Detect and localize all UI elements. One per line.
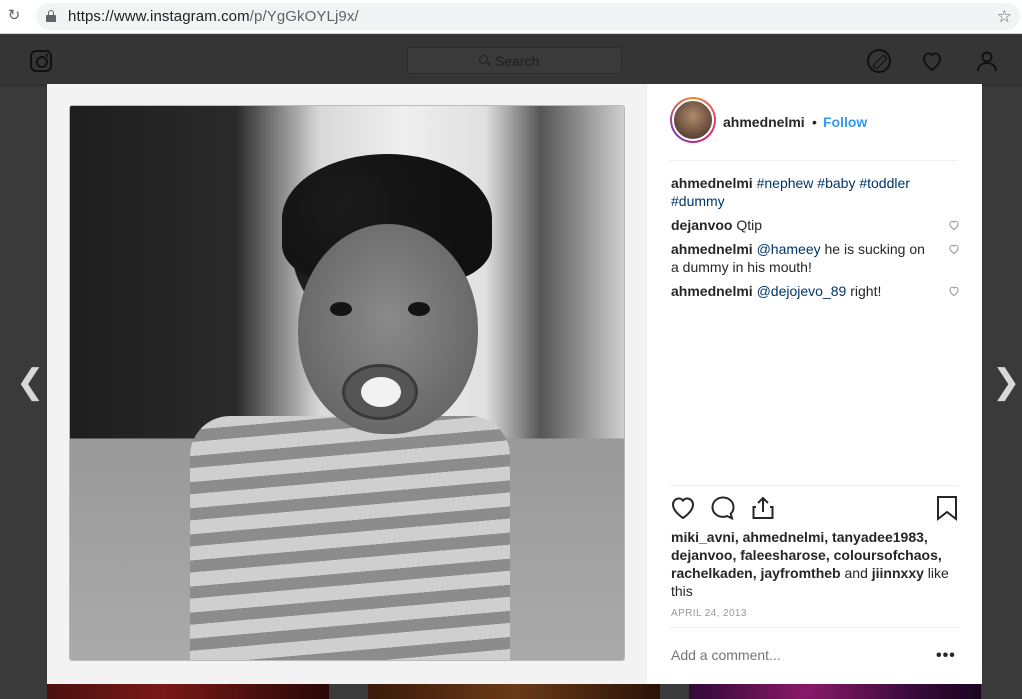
post-modal: ahmednelmi • Follow ahmednelmi #nephew #… xyxy=(47,84,982,684)
likes-summary: miki_avni, ahmednelmi, tanyadee1983, dej… xyxy=(671,528,961,600)
comment-item: dejanvoo Qtip xyxy=(671,216,960,234)
owner-username[interactable]: ahmednelmi xyxy=(723,114,805,130)
comment-like-heart-icon[interactable] xyxy=(948,219,960,231)
search-icon xyxy=(479,55,488,64)
grid-thumbnail[interactable] xyxy=(368,684,660,699)
more-options-icon[interactable]: ••• xyxy=(936,647,956,665)
comment-item: ahmednelmi @hameey he is sucking on a du… xyxy=(671,240,960,276)
comment-mention[interactable]: @hameey xyxy=(757,241,821,257)
post-photo[interactable] xyxy=(69,105,625,661)
save-bookmark-icon[interactable] xyxy=(933,494,961,522)
comment-mention[interactable]: @dejojevo_89 xyxy=(757,283,847,299)
previous-post-arrow-icon[interactable]: ❮ xyxy=(16,365,45,399)
instagram-header: Search xyxy=(0,35,1022,86)
lock-icon xyxy=(46,10,56,22)
grid-thumbnail[interactable] xyxy=(47,684,329,699)
caption: ahmednelmi #nephew #baby #toddler #dummy xyxy=(671,174,960,210)
post-media xyxy=(47,84,647,684)
post-header: ahmednelmi • Follow xyxy=(669,84,958,161)
comment-item: ahmednelmi @dejojevo_89 right! xyxy=(671,282,960,300)
comments-list: ahmednelmi #nephew #baby #toddler #dummy… xyxy=(671,174,960,306)
browser-toolbar: ↻ https://www.instagram.com/p/YgGkOYLj9x… xyxy=(0,0,1022,34)
like-heart-icon[interactable] xyxy=(669,494,697,522)
add-comment-input[interactable] xyxy=(671,647,911,663)
post-date[interactable]: APRIL 24, 2013 xyxy=(671,608,747,619)
divider xyxy=(669,485,958,486)
explore-compass-icon[interactable] xyxy=(867,49,891,73)
bookmark-star-icon[interactable]: ☆ xyxy=(997,7,1012,27)
address-bar[interactable]: https://www.instagram.com/p/YgGkOYLj9x/ … xyxy=(36,3,1020,30)
comment-text: right! xyxy=(850,283,882,299)
profile-icon[interactable] xyxy=(975,49,999,73)
comment-bubble-icon[interactable] xyxy=(709,494,737,522)
instagram-logo-icon[interactable] xyxy=(30,50,52,72)
separator-dot: • xyxy=(812,114,817,130)
share-upload-icon[interactable] xyxy=(749,494,777,522)
caption-username[interactable]: ahmednelmi xyxy=(671,175,753,191)
post-details-panel: ahmednelmi • Follow ahmednelmi #nephew #… xyxy=(647,84,982,684)
comment-username[interactable]: ahmednelmi xyxy=(671,283,753,299)
liker-last[interactable]: jiinnxxy xyxy=(872,565,924,581)
search-input[interactable]: Search xyxy=(407,47,622,74)
search-placeholder: Search xyxy=(495,53,540,69)
activity-heart-icon[interactable] xyxy=(920,49,944,73)
divider xyxy=(669,627,958,628)
next-post-arrow-icon[interactable]: ❯ xyxy=(992,365,1021,399)
likes-and: and xyxy=(844,565,868,581)
comment-username[interactable]: dejanvoo xyxy=(671,217,732,233)
reload-icon[interactable]: ↻ xyxy=(6,8,22,24)
comment-like-heart-icon[interactable] xyxy=(948,243,960,255)
follow-button[interactable]: Follow xyxy=(823,114,867,130)
grid-thumbnail[interactable] xyxy=(689,684,981,699)
comment-username[interactable]: ahmednelmi xyxy=(671,241,753,257)
url-text[interactable]: https://www.instagram.com/p/YgGkOYLj9x/ xyxy=(68,8,359,25)
comment-text: Qtip xyxy=(736,217,763,233)
comment-like-heart-icon[interactable] xyxy=(948,285,960,297)
owner-avatar[interactable] xyxy=(670,97,716,143)
